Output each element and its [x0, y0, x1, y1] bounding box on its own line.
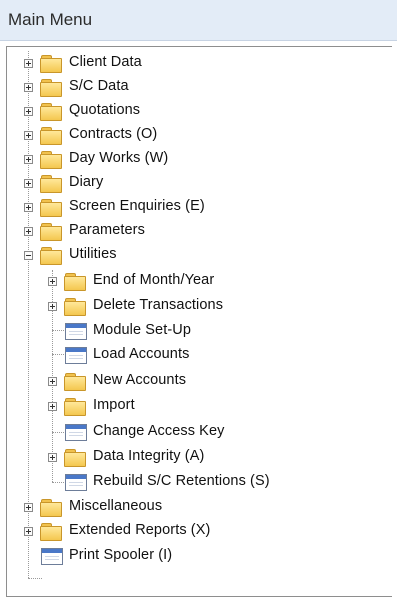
- tree-item-label: Miscellaneous: [69, 498, 163, 514]
- tree-item-load-accounts[interactable]: Load Accounts: [7, 343, 387, 367]
- expand-plus-icon[interactable]: [24, 155, 33, 164]
- tree-item-label: Delete Transactions: [93, 297, 224, 313]
- expand-plus-icon[interactable]: [24, 179, 33, 188]
- expand-plus-icon[interactable]: [24, 107, 33, 116]
- tree-item-utilities[interactable]: Utilities: [7, 243, 387, 267]
- expand-plus-icon[interactable]: [24, 131, 33, 140]
- tree-item-contracts[interactable]: Contracts (O): [7, 123, 387, 147]
- tree-item-rebuild-sc-retentions[interactable]: Rebuild S/C Retentions (S): [7, 470, 387, 494]
- tree-item-label: Load Accounts: [93, 346, 190, 362]
- folder-icon: [40, 199, 62, 217]
- folder-icon: [64, 273, 86, 291]
- form-window-icon: [65, 323, 87, 340]
- tree-item-label: Change Access Key: [93, 423, 225, 439]
- folder-icon: [40, 523, 62, 541]
- folder-icon: [64, 298, 86, 316]
- folder-icon: [64, 373, 86, 391]
- folder-open-icon: [40, 247, 62, 265]
- expand-plus-icon[interactable]: [24, 83, 33, 92]
- tree-item-label: Data Integrity (A): [93, 448, 205, 464]
- tree-item-label: Quotations: [69, 102, 141, 118]
- tree-item-label: Screen Enquiries (E): [69, 198, 205, 214]
- expand-plus-icon[interactable]: [48, 302, 57, 311]
- tree-item-miscellaneous[interactable]: Miscellaneous: [7, 495, 387, 519]
- tree-item-label: Import: [93, 397, 135, 413]
- tree-item-label: Parameters: [69, 222, 145, 238]
- folder-icon: [40, 223, 62, 241]
- folder-icon: [40, 499, 62, 517]
- folder-icon: [40, 151, 62, 169]
- tree-item-screen-enquiries[interactable]: Screen Enquiries (E): [7, 195, 387, 219]
- tree-item-extended-reports[interactable]: Extended Reports (X): [7, 519, 387, 543]
- tree-item-label: S/C Data: [69, 78, 129, 94]
- tree-item-data-integrity[interactable]: Data Integrity (A): [7, 445, 387, 469]
- tree-item-label: Utilities: [69, 246, 117, 262]
- tree-item-delete-transactions[interactable]: Delete Transactions: [7, 294, 387, 318]
- tree-item-label: Diary: [69, 174, 104, 190]
- expand-plus-icon[interactable]: [48, 377, 57, 386]
- folder-icon: [40, 175, 62, 193]
- tree-item-label: Rebuild S/C Retentions (S): [93, 473, 270, 489]
- expand-plus-icon[interactable]: [24, 503, 33, 512]
- main-menu-header: Main Menu: [0, 0, 397, 41]
- tree-item-day-works[interactable]: Day Works (W): [7, 147, 387, 171]
- expand-plus-icon[interactable]: [24, 227, 33, 236]
- collapse-minus-icon[interactable]: [24, 251, 33, 260]
- tree-item-parameters[interactable]: Parameters: [7, 219, 387, 243]
- tree-item-end-of-month-year[interactable]: End of Month/Year: [7, 269, 387, 293]
- window-title: Main Menu: [8, 10, 93, 29]
- expand-plus-icon[interactable]: [24, 527, 33, 536]
- tree-item-label: Contracts (O): [69, 126, 158, 142]
- folder-icon: [64, 398, 86, 416]
- tree-item-label: Print Spooler (I): [69, 547, 173, 563]
- form-window-icon: [65, 424, 87, 441]
- tree-item-label: Day Works (W): [69, 150, 169, 166]
- tree-connector-line: [28, 578, 42, 579]
- form-window-icon: [41, 548, 63, 565]
- expand-plus-icon[interactable]: [48, 402, 57, 411]
- tree-item-diary[interactable]: Diary: [7, 171, 387, 195]
- folder-icon: [40, 127, 62, 145]
- expand-plus-icon[interactable]: [48, 453, 57, 462]
- tree-item-sc-data[interactable]: S/C Data: [7, 75, 387, 99]
- tree-item-new-accounts[interactable]: New Accounts: [7, 369, 387, 393]
- expand-plus-icon[interactable]: [24, 203, 33, 212]
- tree-item-label: Extended Reports (X): [69, 522, 211, 538]
- tree-item-import[interactable]: Import: [7, 394, 387, 418]
- expand-plus-icon[interactable]: [48, 277, 57, 286]
- expand-plus-icon[interactable]: [24, 59, 33, 68]
- tree-item-label: Client Data: [69, 54, 142, 70]
- menu-tree[interactable]: Client Data S/C Data Quotations Contract…: [6, 46, 392, 597]
- form-window-icon: [65, 474, 87, 491]
- tree-item-label: Module Set-Up: [93, 322, 192, 338]
- tree-item-change-access-key[interactable]: Change Access Key: [7, 420, 387, 444]
- form-window-icon: [65, 347, 87, 364]
- tree-item-print-spooler[interactable]: Print Spooler (I): [7, 544, 387, 568]
- folder-icon: [40, 55, 62, 73]
- tree-item-client-data[interactable]: Client Data: [7, 51, 387, 75]
- tree-item-label: New Accounts: [93, 372, 187, 388]
- tree-item-module-set-up[interactable]: Module Set-Up: [7, 319, 387, 343]
- folder-icon: [40, 79, 62, 97]
- folder-icon: [40, 103, 62, 121]
- tree-item-label: End of Month/Year: [93, 272, 215, 288]
- folder-icon: [64, 449, 86, 467]
- tree-item-quotations[interactable]: Quotations: [7, 99, 387, 123]
